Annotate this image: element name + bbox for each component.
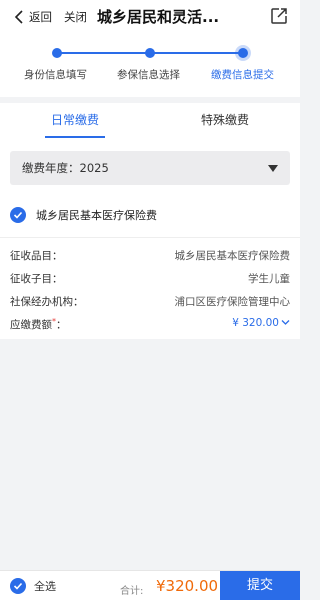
payment-year-value: 2025 (79, 161, 109, 175)
fee-item-checkbox[interactable]: 城乡居民基本医疗保险费 (10, 207, 157, 223)
amount-key-suffix: ： (56, 319, 67, 331)
total-amount: ¥320.00 (156, 577, 219, 595)
submit-button[interactable]: 提交 (220, 571, 300, 600)
detail-key-amount: 应缴费额*： (10, 317, 67, 332)
step-label-2: 参保信息选择 (117, 69, 180, 81)
tab-special-payment[interactable]: 特殊缴费 (150, 103, 300, 139)
detail-row-amount: 应缴费额*： ¥ 320.00 (10, 317, 290, 333)
detail-row-subcategory: 征收子目： 学生儿童 (10, 271, 290, 287)
amount-dropdown[interactable]: ¥ 320.00 (232, 317, 290, 329)
back-label: 返回 (29, 9, 52, 24)
caret-down-icon (268, 165, 278, 172)
amount-value: ¥ 320.00 (232, 317, 279, 329)
checkmark-circle-icon (10, 207, 26, 223)
detail-key: 社保经办机构： (10, 296, 84, 308)
detail-row-agency: 社保经办机构： 浦口区医疗保险管理中心 (10, 294, 290, 310)
detail-value: 城乡居民基本医疗保险费 (174, 250, 291, 262)
fee-item-name: 城乡居民基本医疗保险费 (36, 209, 157, 222)
top-nav-bar: 返回 关闭 城乡居民和灵活... (0, 0, 300, 33)
step-dot-3 (238, 48, 248, 58)
detail-value: 浦口区医疗保险管理中心 (174, 296, 291, 308)
checkmark-circle-icon (10, 578, 26, 594)
page-title: 城乡居民和灵活... (97, 8, 220, 26)
detail-key: 征收子目： (10, 273, 63, 285)
fee-content-panel: 缴费年度：2025 城乡居民基本医疗保险费 征收品目： 城乡居民基本医疗保险费 … (0, 139, 300, 339)
detail-row-category: 征收品目： 城乡居民基本医疗保险费 (10, 248, 290, 264)
payment-year-label: 缴费年度： (22, 161, 80, 175)
step-label-1: 身份信息填写 (24, 69, 87, 81)
close-button[interactable]: 关闭 (64, 9, 87, 25)
divider (0, 237, 300, 238)
tab-daily-payment[interactable]: 日常缴费 (0, 103, 150, 139)
detail-key: 征收品目： (10, 250, 63, 262)
detail-value: 学生儿童 (248, 273, 290, 285)
step-label-3: 缴费信息提交 (211, 69, 274, 81)
step-dot-1 (52, 48, 62, 58)
payment-year-select[interactable]: 缴费年度：2025 (10, 151, 290, 185)
step-dot-2 (145, 48, 155, 58)
total-label: 合计: (120, 586, 144, 597)
progress-steps: 身份信息填写 参保信息选择 缴费信息提交 (0, 33, 300, 97)
chevron-down-icon (281, 320, 290, 325)
chevron-left-icon (14, 9, 23, 24)
amount-key-label: 应缴费额 (10, 319, 52, 331)
bottom-action-bar: 全选 合计: ¥320.00 提交 (0, 570, 300, 600)
share-icon[interactable] (270, 7, 288, 25)
back-button[interactable]: 返回 (14, 9, 52, 25)
payment-tabs: 日常缴费 特殊缴费 (0, 103, 300, 139)
payment-year-text: 缴费年度：2025 (22, 160, 109, 176)
select-all-checkbox[interactable]: 全选 (10, 578, 56, 594)
select-all-label: 全选 (34, 580, 56, 593)
